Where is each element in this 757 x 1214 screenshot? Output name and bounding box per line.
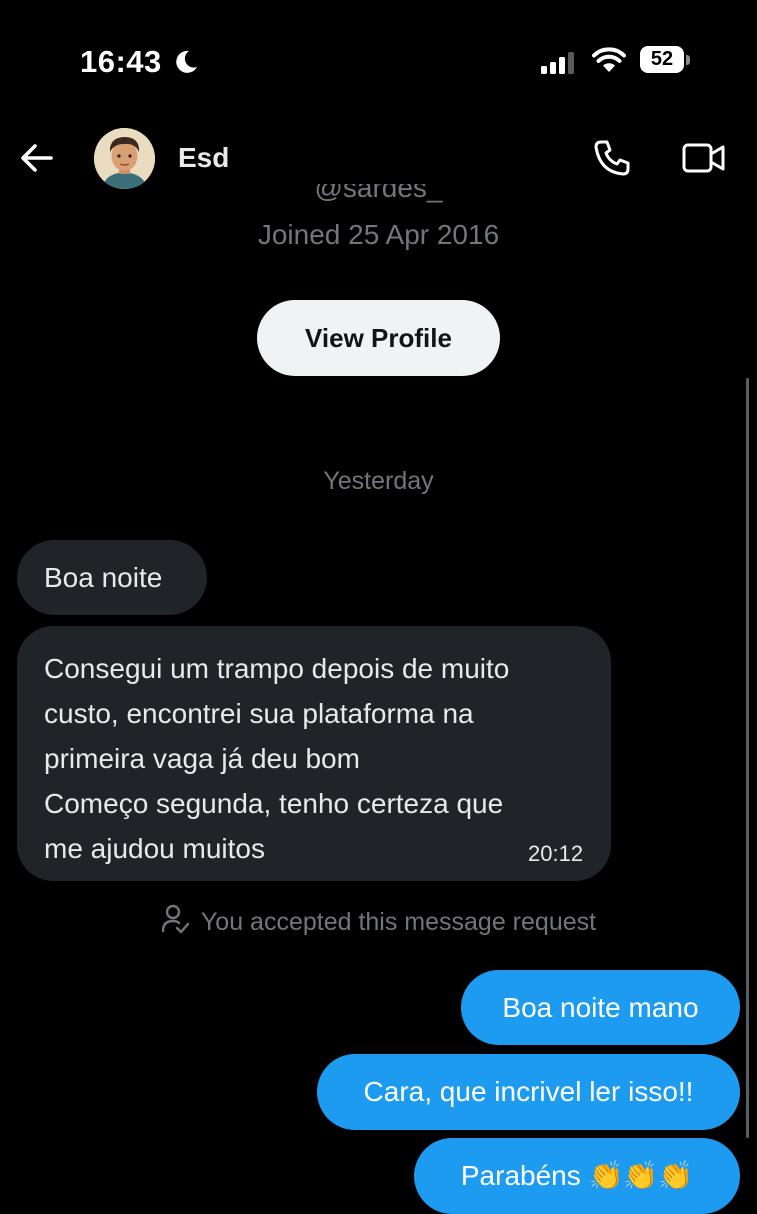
joined-date: Joined 25 Apr 2016 [257, 219, 500, 250]
wifi-icon [592, 47, 626, 72]
system-notice-text: You accepted this message request [200, 908, 597, 936]
battery-indicator: 52 [640, 46, 684, 73]
battery-tip [686, 55, 690, 65]
profile-handle: @sardes_ [314, 184, 443, 203]
arrow-left-icon[interactable] [20, 141, 54, 175]
message-timestamp: 20:12 [528, 841, 584, 866]
status-time: 16:43 [80, 44, 162, 79]
scrollbar[interactable] [746, 378, 749, 1138]
video-camera-icon[interactable] [682, 140, 726, 176]
received-message[interactable]: Consegui um trampo depois de muito custo… [17, 626, 611, 881]
person-check-icon [161, 904, 189, 934]
received-message[interactable]: Boa noite [17, 540, 207, 615]
view-profile-button[interactable]: View Profile [257, 300, 500, 376]
conversation-username[interactable]: Esd [178, 142, 229, 174]
sent-message[interactable]: Boa noite mano [461, 970, 740, 1045]
phone-icon[interactable] [592, 138, 632, 178]
system-notice: You accepted this message request [0, 904, 757, 937]
moon-icon [176, 50, 197, 73]
cellular-signal-icon [541, 52, 574, 74]
avatar[interactable] [94, 128, 155, 189]
sent-message[interactable]: Parabéns 👏👏👏 [414, 1138, 740, 1214]
date-divider: Yesterday [323, 467, 434, 495]
sent-message[interactable]: Cara, que incrivel ler isso!! [317, 1054, 740, 1130]
